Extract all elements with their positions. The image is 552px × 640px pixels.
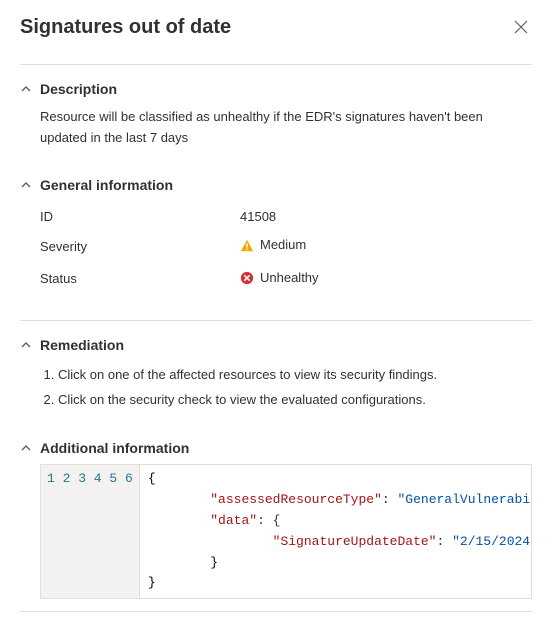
section-title: Description	[40, 81, 117, 97]
section-title: Additional information	[40, 440, 189, 456]
divider	[20, 64, 532, 65]
section-description: Description Resource will be classified …	[20, 77, 532, 153]
section-toggle-description[interactable]: Description	[20, 77, 532, 105]
description-body: Resource will be classified as unhealthy…	[20, 105, 532, 153]
value: Medium	[260, 235, 306, 256]
section-title: General information	[40, 177, 173, 193]
warning-icon	[240, 239, 254, 253]
close-button[interactable]	[510, 16, 532, 40]
code-content: { "assessedResourceType": "GeneralVulner…	[140, 465, 531, 598]
chevron-up-icon	[20, 83, 32, 95]
label: Severity	[40, 231, 240, 263]
row-id: ID 41508	[40, 203, 532, 232]
general-info-table: ID 41508 Severity Medium Status Unhealth…	[40, 203, 532, 296]
value: Unhealthy	[260, 268, 319, 289]
label: Status	[40, 264, 240, 296]
section-toggle-remediation[interactable]: Remediation	[20, 333, 532, 361]
section-toggle-additional[interactable]: Additional information	[20, 436, 532, 464]
chevron-up-icon	[20, 179, 32, 191]
row-status: Status Unhealthy	[40, 264, 532, 296]
label: ID	[40, 203, 240, 232]
section-toggle-general[interactable]: General information	[20, 173, 532, 201]
page-title: Signatures out of date	[20, 16, 231, 39]
line-gutter: 1 2 3 4 5 6	[41, 465, 140, 598]
close-icon	[514, 20, 528, 34]
remediation-steps: Click on one of the affected resources t…	[40, 363, 532, 413]
section-remediation: Remediation Click on one of the affected…	[20, 333, 532, 417]
error-icon	[240, 271, 254, 285]
remediation-step: Click on the security check to view the …	[58, 388, 532, 413]
value: 41508	[240, 203, 532, 232]
section-title: Remediation	[40, 337, 124, 353]
chevron-up-icon	[20, 339, 32, 351]
section-general: General information ID 41508 Severity Me…	[20, 173, 532, 300]
chevron-up-icon	[20, 442, 32, 454]
divider	[20, 611, 532, 612]
json-code-block: 1 2 3 4 5 6 { "assessedResourceType": "G…	[40, 464, 532, 599]
divider	[20, 320, 532, 321]
section-additional: Additional information 1 2 3 4 5 6 { "as…	[20, 436, 532, 599]
row-severity: Severity Medium	[40, 231, 532, 263]
remediation-step: Click on one of the affected resources t…	[58, 363, 532, 388]
